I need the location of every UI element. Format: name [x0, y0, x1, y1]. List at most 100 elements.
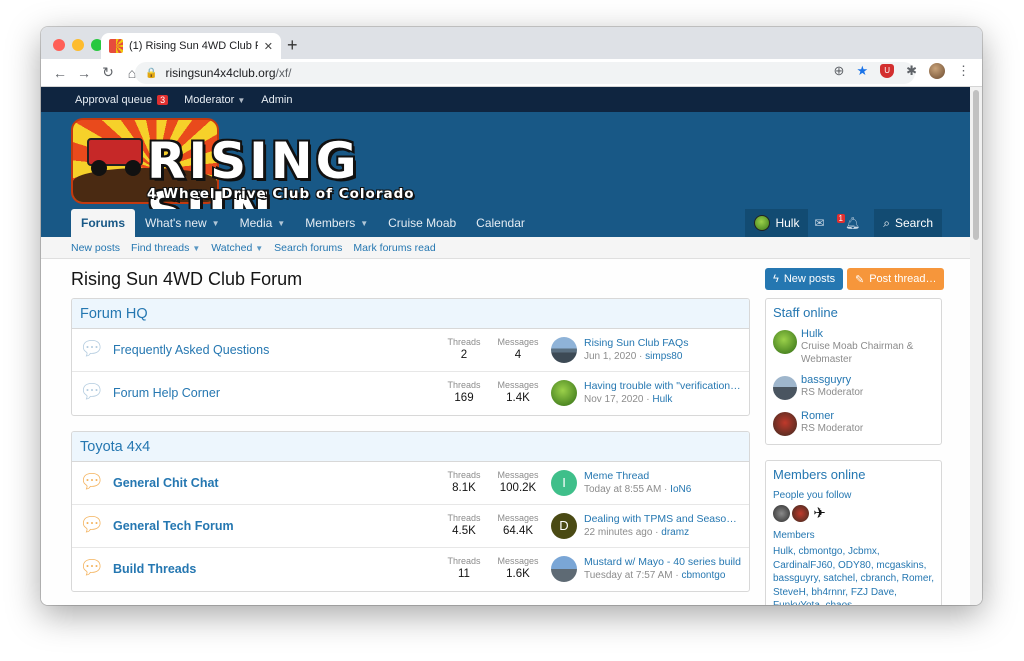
last-post-date[interactable]: Jun 1, 2020 — [584, 351, 636, 362]
extension-shield-icon[interactable]: U — [880, 64, 895, 78]
zoom-icon[interactable]: ⊕ — [834, 63, 845, 79]
profile-avatar[interactable] — [929, 63, 945, 79]
followed-avatar[interactable] — [792, 505, 809, 522]
subnav-search-forums[interactable]: Search forums — [274, 242, 342, 254]
caret-down-icon[interactable]: ▼ — [277, 219, 285, 228]
forum-title[interactable]: General Chit Chat — [113, 476, 219, 490]
last-post-title[interactable]: Mustard w/ Mayo - 40 series build — [584, 556, 742, 568]
last-poster-avatar[interactable] — [551, 380, 577, 406]
forum-title[interactable]: Build Threads — [113, 562, 196, 576]
caret-down-icon[interactable]: ▼ — [212, 219, 220, 228]
category-title[interactable]: Toyota 4x4 — [72, 432, 749, 462]
staff-online-title[interactable]: Staff online — [773, 305, 934, 320]
tab-strip: (1) Rising Sun 4WD Club Forum ✕ + — [41, 27, 982, 59]
last-post-date[interactable]: Tuesday at 7:57 AM — [584, 570, 673, 581]
last-poster-avatar[interactable] — [551, 556, 577, 582]
forum-unread-icon[interactable]: 💬︎ — [79, 515, 104, 535]
back-icon[interactable]: ← — [49, 65, 71, 81]
nav-tab-members[interactable]: Members ▼ — [295, 209, 378, 237]
members-online-title[interactable]: Members online — [773, 467, 934, 482]
close-window-button[interactable] — [53, 39, 65, 51]
staff-avatar[interactable] — [773, 376, 797, 400]
last-post-user[interactable]: dramz — [661, 527, 689, 538]
address-bar[interactable]: 🔒 risingsun4x4club.org/xf/ — [135, 62, 915, 84]
last-post-meta: Nov 17, 2020 · Hulk — [584, 394, 673, 405]
approval-queue-link[interactable]: Approval queue 3 — [75, 94, 169, 106]
forum-title[interactable]: Frequently Asked Questions — [113, 343, 269, 357]
staff-name[interactable]: Romer — [801, 410, 934, 422]
nav-tab-calendar[interactable]: Calendar — [466, 209, 535, 237]
scrollbar-thumb[interactable] — [973, 90, 979, 240]
stat-label: Threads — [447, 337, 481, 347]
forum-unread-icon[interactable]: 💬︎ — [79, 558, 104, 578]
page-scrollbar[interactable] — [970, 87, 982, 605]
tab-close-icon[interactable]: ✕ — [264, 40, 273, 53]
last-post-title[interactable]: Meme Thread — [584, 470, 742, 482]
browser-toolbar: ← → ↻ ⌂ 🔒 risingsun4x4club.org/xf/ ⊕ ★ U… — [41, 59, 982, 87]
reload-icon[interactable]: ↻ — [97, 64, 119, 81]
account-menu[interactable]: Hulk — [745, 209, 809, 237]
last-post-date[interactable]: 22 minutes ago — [584, 527, 652, 538]
last-post-user[interactable]: simps80 — [645, 351, 682, 362]
nav-tab-whats-new[interactable]: What's new ▼ — [135, 209, 230, 237]
staff-avatar[interactable] — [773, 330, 797, 354]
nav-tab-forums[interactable]: Forums — [71, 209, 136, 237]
forum-read-icon[interactable]: 💬︎ — [79, 382, 104, 402]
staff-name[interactable]: bassguyry — [801, 374, 934, 386]
new-tab-button[interactable]: + — [287, 35, 298, 56]
stat-label: Messages — [497, 513, 539, 523]
last-post-user[interactable]: cbmontgo — [681, 570, 725, 581]
new-posts-button[interactable]: ϟ New posts — [765, 268, 844, 290]
followed-avatar[interactable]: ✈︎ — [811, 505, 828, 522]
bookmark-star-icon[interactable]: ★ — [856, 63, 868, 79]
caret-down-icon[interactable]: ▼ — [360, 219, 368, 228]
moderator-menu[interactable]: Moderator ▼ — [184, 94, 245, 106]
alerts-bell-icon[interactable]: 1 🔔︎ — [831, 209, 867, 237]
forward-icon[interactable]: → — [73, 65, 95, 81]
last-poster-avatar[interactable]: D — [551, 513, 577, 539]
logo-wheel-rear — [125, 160, 141, 176]
stat-label: Threads — [447, 556, 481, 566]
forum-title[interactable]: General Tech Forum — [113, 519, 234, 533]
followed-avatar[interactable] — [773, 505, 790, 522]
new-posts-label: New posts — [783, 273, 836, 285]
toolbar-actions: ⊕ ★ U ✱ ⋮ — [834, 63, 970, 79]
admin-link[interactable]: Admin — [261, 94, 292, 106]
last-post-title[interactable]: Rising Sun Club FAQs — [584, 337, 742, 349]
nav-tab-cruise-moab[interactable]: Cruise Moab — [378, 209, 466, 237]
subnav-mark-forums-read[interactable]: Mark forums read — [353, 242, 435, 254]
inbox-envelope-icon[interactable]: ✉ — [808, 209, 830, 237]
last-post-date[interactable]: Today at 8:55 AM — [584, 484, 661, 495]
minimize-window-button[interactable] — [72, 39, 84, 51]
forum-title[interactable]: Forum Help Corner — [113, 386, 220, 400]
nav-tab-label: Cruise Moab — [388, 216, 457, 230]
staff-name[interactable]: Hulk — [801, 328, 934, 340]
extensions-puzzle-icon[interactable]: ✱ — [906, 63, 917, 79]
last-post-date[interactable]: Nov 17, 2020 — [584, 394, 644, 405]
staff-avatar[interactable] — [773, 412, 797, 436]
forum-node: 💬︎ Build Threads Threads 11 Messages 1.6K … — [72, 548, 749, 591]
site-logo[interactable]: RISING SUN 4 Wheel Drive Club of Colorad… — [71, 118, 431, 236]
last-post-user[interactable]: Hulk — [652, 394, 672, 405]
stat-value: 64.4K — [502, 525, 534, 537]
sub-nav: New posts Find threads ▼ Watched ▼ Searc… — [41, 237, 970, 259]
last-post-user[interactable]: IoN6 — [670, 484, 691, 495]
last-poster-avatar[interactable]: I — [551, 470, 577, 496]
post-thread-button[interactable]: ✎ Post thread… — [847, 268, 945, 290]
forum-read-icon[interactable]: 💬︎ — [79, 339, 104, 359]
last-poster-avatar[interactable] — [551, 337, 577, 363]
last-post-title[interactable]: Dealing with TPMS and Seasonal … — [584, 513, 742, 525]
forum-unread-icon[interactable]: 💬︎ — [79, 472, 104, 492]
search-button[interactable]: ⌕ Search — [874, 209, 942, 237]
browser-tab[interactable]: (1) Rising Sun 4WD Club Forum ✕ — [101, 33, 281, 59]
last-post-title[interactable]: Having trouble with "verification" … — [584, 380, 742, 392]
nav-tab-media[interactable]: Media ▼ — [230, 209, 296, 237]
search-label: Search — [894, 216, 933, 230]
stat-value: 4.5K — [452, 525, 476, 537]
subnav-find-threads[interactable]: Find threads ▼ — [131, 242, 200, 254]
subnav-watched[interactable]: Watched ▼ — [211, 242, 263, 254]
subnav-new-posts[interactable]: New posts — [71, 242, 120, 254]
members-online-list[interactable]: Hulk, cbmontgo, Jcbmx, CardinalFJ60, ODY… — [773, 545, 934, 605]
menu-kebab-icon[interactable]: ⋮ — [957, 63, 970, 79]
category-title[interactable]: Forum HQ — [72, 299, 749, 329]
